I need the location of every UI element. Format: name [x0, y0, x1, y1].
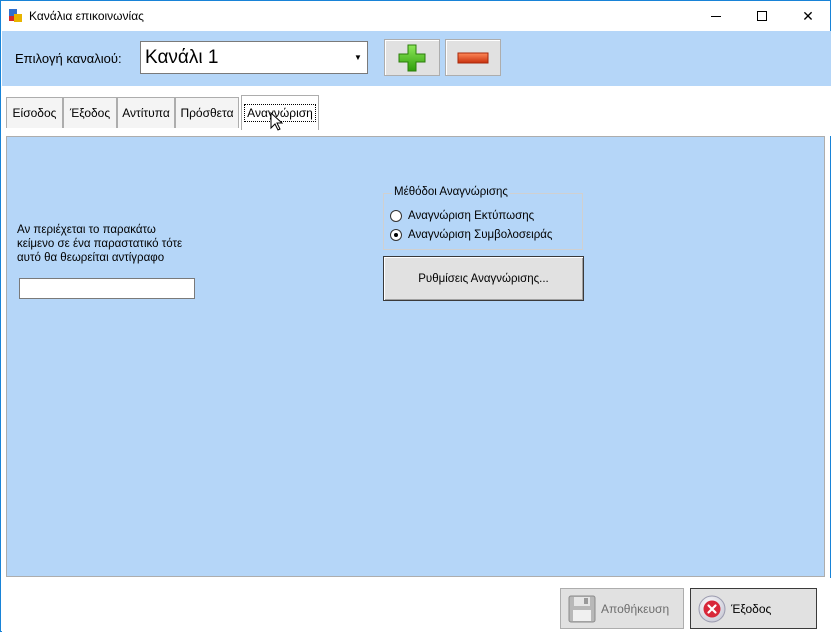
dropdown-arrow-icon[interactable]: ▼ — [349, 42, 367, 73]
tab-copies-label: Αντίτυπα — [122, 106, 170, 120]
description-line: κείμενο σε ένα παραστατικό τότε — [17, 238, 183, 250]
tab-extras-label: Πρόσθετα — [180, 106, 234, 120]
maximize-button[interactable] — [739, 1, 785, 31]
radio-button[interactable] — [390, 229, 402, 241]
tab-copies[interactable]: Αντίτυπα — [117, 97, 175, 128]
tab-input-label: Είσοδος — [12, 106, 57, 120]
exit-button[interactable]: Έξοδος — [690, 588, 817, 629]
save-button[interactable]: Αποθήκευση — [560, 588, 684, 629]
exit-button-label: Έξοδος — [731, 601, 772, 616]
tab-strip: Είσοδος Έξοδος Αντίτυπα Πρόσθετα Αναγνώρ… — [2, 86, 831, 136]
radio-print-recognition[interactable]: Αναγνώριση Εκτύπωσης — [390, 210, 534, 222]
channel-label: Επιλογή καναλιού: — [15, 51, 122, 66]
app-icon — [9, 9, 23, 23]
tab-extras[interactable]: Πρόσθετα — [175, 97, 239, 128]
copy-text-description: Αν περιέχεται το παρακάτω κείμενο σε ένα… — [17, 223, 217, 265]
save-button-label: Αποθήκευση — [601, 601, 670, 616]
channel-header: Επιλογή καναλιού: Κανάλι 1 ▼ — [2, 31, 831, 86]
plus-icon — [398, 44, 426, 71]
copy-text-input[interactable] — [19, 278, 195, 299]
tab-output[interactable]: Έξοδος — [63, 97, 117, 128]
recognition-methods-group: Μέθόδοι Αναγνώρισης Αναγνώριση Εκτύπωσης… — [383, 186, 583, 250]
radio-string-recognition[interactable]: Αναγνώριση Συμβολοσειράς — [390, 229, 552, 241]
description-line: Αν περιέχεται το παρακάτω — [17, 224, 156, 236]
close-icon: ✕ — [802, 7, 814, 24]
tab-output-label: Έξοδος — [69, 106, 111, 120]
title-bar: Κανάλια επικοινωνίας ✕ — [1, 1, 830, 31]
description-line: αυτό θα θεωρείται αντίγραφο — [17, 252, 165, 264]
window-title: Κανάλια επικοινωνίας — [29, 9, 144, 23]
radio-label: Αναγνώριση Συμβολοσειράς — [408, 229, 553, 241]
footer-bar: Αποθήκευση Έξοδος — [2, 578, 831, 632]
cancel-icon — [698, 595, 726, 622]
add-channel-button[interactable] — [384, 39, 440, 76]
maximize-icon — [757, 11, 767, 21]
radio-button[interactable] — [390, 210, 402, 222]
channel-select[interactable]: Κανάλι 1 ▼ — [140, 41, 368, 74]
recognition-methods-title: Μέθόδοι Αναγνώρισης — [392, 186, 510, 198]
channels-window: Κανάλια επικοινωνίας ✕ Επιλογή καναλιού:… — [0, 0, 831, 632]
floppy-disk-icon — [568, 595, 596, 622]
minimize-icon — [711, 15, 721, 17]
mouse-cursor-icon — [270, 112, 284, 131]
recognition-settings-button[interactable]: Ρυθμίσεις Αναγνώρισης... — [383, 256, 584, 301]
tab-input[interactable]: Είσοδος — [6, 97, 63, 128]
recognition-panel: Αν περιέχεται το παρακάτω κείμενο σε ένα… — [6, 136, 825, 577]
minimize-button[interactable] — [693, 1, 739, 31]
channel-select-value: Κανάλι 1 — [145, 47, 219, 68]
close-button[interactable]: ✕ — [785, 1, 831, 31]
minus-icon — [457, 52, 489, 63]
radio-label: Αναγνώριση Εκτύπωσης — [408, 210, 535, 222]
remove-channel-button[interactable] — [445, 39, 501, 76]
